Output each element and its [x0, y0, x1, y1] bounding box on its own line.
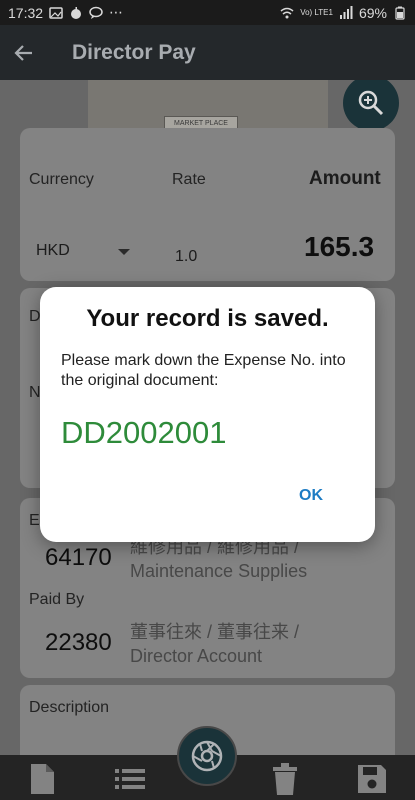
saved-dialog: Your record is saved. Please mark down t… — [40, 287, 375, 542]
ok-button[interactable]: OK — [286, 487, 336, 505]
expense-number: DD2002001 — [61, 415, 227, 450]
dialog-title: Your record is saved. — [86, 305, 329, 332]
dialog-message: Please mark down the Expense No. into th… — [61, 352, 346, 389]
